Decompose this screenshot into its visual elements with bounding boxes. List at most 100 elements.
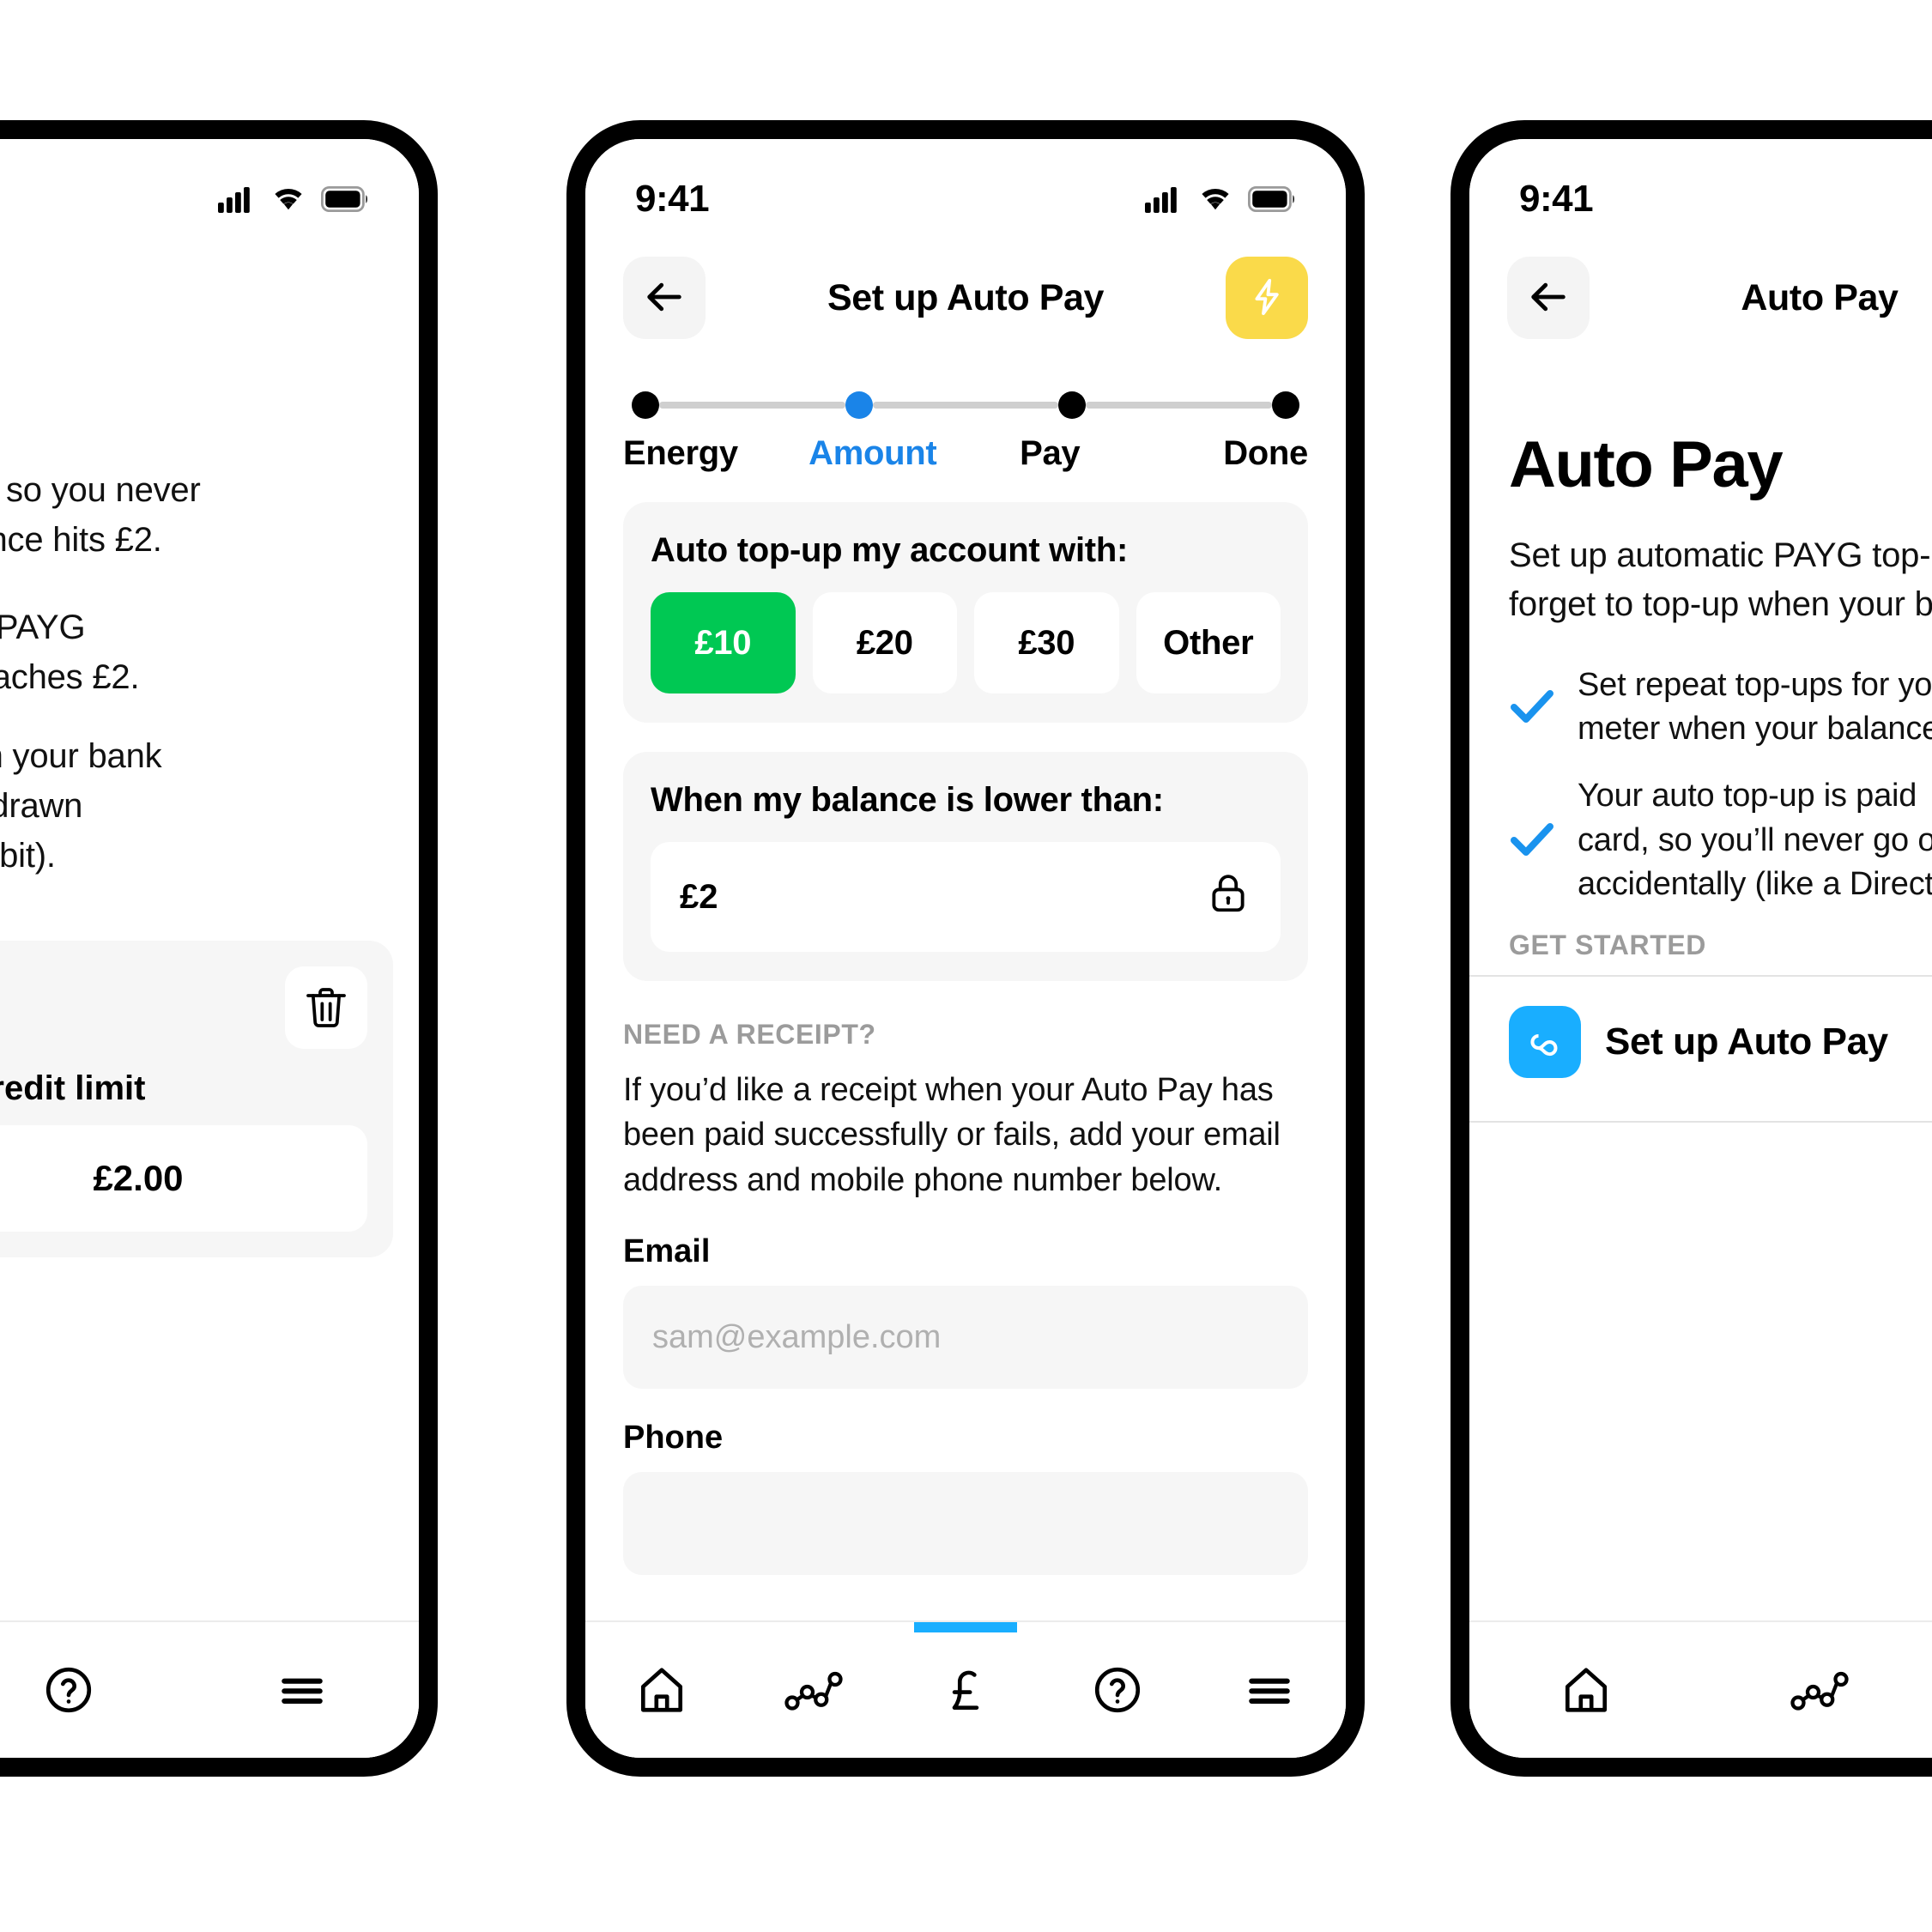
- page-title-left: Auto Pay: [0, 277, 381, 319]
- setup-auto-pay-label: Set up Auto Pay: [1605, 1020, 1888, 1063]
- page-title-right: Auto Pay: [1741, 276, 1899, 318]
- stepper-dot-done[interactable]: [1272, 391, 1300, 419]
- battery-icon: [1248, 186, 1296, 212]
- get-started-eyebrow: GET STARTED: [1509, 929, 1707, 960]
- cellular-icon: [218, 185, 256, 213]
- screenshot-canvas: Auto Pay c PAYG top-ups so you never whe…: [0, 0, 1932, 1932]
- phone-field[interactable]: [623, 1472, 1308, 1576]
- left-intro-paragraph: c PAYG top-ups so you never when your ba…: [0, 471, 201, 559]
- credit-limit-card: Credit limit £2.00: [0, 941, 393, 1257]
- topup-amount-title: Auto top-up my account with:: [651, 531, 1128, 569]
- benefit-text: Set repeat top-ups for yo meter when you…: [1578, 666, 1932, 748]
- topup-amount-card: Auto top-up my account with: £10 £20 £30…: [623, 502, 1308, 723]
- tab-home[interactable]: [1469, 1622, 1703, 1758]
- email-input[interactable]: [652, 1318, 1279, 1356]
- tab-bar-right: [1469, 1620, 1932, 1758]
- receipt-section: NEED A RECEIPT? If you’d like a receipt …: [585, 981, 1346, 1576]
- status-bar-left: [0, 139, 419, 233]
- list-item: Set repeat top-ups for yo meter when you…: [1509, 663, 1932, 752]
- email-field[interactable]: [623, 1286, 1308, 1390]
- wifi-icon: [270, 185, 307, 214]
- setup-stepper: Energy Amount Pay Done: [585, 362, 1346, 473]
- phone-input[interactable]: [652, 1505, 1279, 1542]
- cellular-icon: [1145, 185, 1183, 213]
- energy-action-button[interactable]: [1226, 257, 1308, 339]
- credit-limit-label: Credit limit: [0, 1069, 146, 1107]
- nav-bar-right: Auto Pay: [1469, 233, 1932, 362]
- left-bullet-1: op-ups for your PAYG your balance reache…: [0, 609, 140, 696]
- battery-icon: [321, 186, 369, 212]
- topup-amount-options: £10 £20 £30 Other: [651, 592, 1281, 693]
- status-time: 9:41: [635, 178, 710, 220]
- amount-option-30[interactable]: £30: [974, 592, 1119, 693]
- stepper-bar-3: [1086, 402, 1273, 409]
- amount-option-other[interactable]: Other: [1136, 592, 1281, 693]
- receipt-description: If you’d like a receipt when your Auto P…: [623, 1072, 1281, 1198]
- tab-pound[interactable]: [889, 1622, 1041, 1758]
- stepper-bar-2: [872, 402, 1059, 409]
- balance-threshold-field[interactable]: £2: [651, 842, 1281, 952]
- list-item: Your auto top-up is paid card, so you’ll…: [1509, 774, 1932, 907]
- credit-limit-value[interactable]: £2.00: [0, 1125, 367, 1232]
- back-button[interactable]: [1507, 257, 1590, 339]
- status-icons: [1145, 185, 1296, 214]
- status-icons: [218, 185, 369, 214]
- stepper-label-done: Done: [1223, 434, 1308, 472]
- right-heading: Auto Pay: [1509, 428, 1784, 501]
- email-label: Email: [623, 1233, 711, 1270]
- status-time: 9:41: [1519, 178, 1594, 220]
- tab-home[interactable]: [585, 1622, 737, 1758]
- stepper-bar-1: [659, 402, 845, 409]
- lock-icon: [1205, 869, 1251, 924]
- phone-right: 9:41 Auto Pay Auto Pay Set up automatic …: [1451, 120, 1932, 1777]
- nav-bar-left: Auto Pay: [0, 233, 419, 362]
- stepper-label-amount: Amount: [809, 434, 937, 472]
- phone-center-screen: 9:41 Set up Auto Pay Energy Amount Pay D…: [585, 139, 1346, 1758]
- tab-help[interactable]: [0, 1622, 185, 1758]
- stepper-label-energy: Energy: [623, 434, 738, 472]
- back-button[interactable]: [623, 257, 706, 339]
- stepper-dot-pay[interactable]: [1058, 391, 1087, 419]
- tab-usage[interactable]: [737, 1622, 889, 1758]
- tab-usage[interactable]: [1703, 1622, 1932, 1758]
- tab-menu[interactable]: [185, 1622, 419, 1758]
- amount-option-20[interactable]: £20: [812, 592, 957, 693]
- back-arrow-icon: [1526, 275, 1571, 322]
- divider: [1469, 1120, 1932, 1123]
- phone-center: 9:41 Set up Auto Pay Energy Amount Pay D…: [566, 120, 1365, 1777]
- back-arrow-icon: [642, 275, 687, 322]
- stepper-track: [623, 388, 1308, 422]
- benefits-list: Set repeat top-ups for yo meter when you…: [1509, 663, 1932, 907]
- status-bar-center: 9:41: [585, 139, 1346, 233]
- check-icon: [1509, 820, 1555, 862]
- balance-threshold-title: When my balance is lower than:: [651, 781, 1164, 819]
- nav-bar-center: Set up Auto Pay: [585, 233, 1346, 362]
- receipt-eyebrow: NEED A RECEIPT?: [623, 1019, 876, 1050]
- left-bullet-2: p-up is paid with your bank ll never go …: [0, 737, 162, 875]
- status-bar-right: 9:41: [1469, 139, 1932, 233]
- phone-left: Auto Pay c PAYG top-ups so you never whe…: [0, 120, 438, 1777]
- amount-option-10[interactable]: £10: [651, 592, 796, 693]
- lightning-bolt-icon: [1246, 276, 1287, 320]
- tab-bar-left: [0, 1620, 419, 1758]
- phone-left-screen: Auto Pay c PAYG top-ups so you never whe…: [0, 139, 419, 1758]
- delete-button[interactable]: [285, 966, 367, 1049]
- infinity-icon: [1509, 1005, 1581, 1078]
- tab-help[interactable]: [1042, 1622, 1194, 1758]
- setup-auto-pay-row[interactable]: Set up Auto Pay: [1509, 977, 1932, 1107]
- stepper-label-pay: Pay: [1020, 434, 1081, 472]
- tab-bar-center: [585, 1620, 1346, 1758]
- stepper-dot-energy[interactable]: [632, 391, 659, 419]
- balance-threshold-value: £2: [680, 877, 718, 916]
- benefit-text: Your auto top-up is paid card, so you’ll…: [1578, 777, 1932, 903]
- balance-threshold-card: When my balance is lower than: £2: [623, 752, 1308, 981]
- check-icon: [1509, 687, 1555, 729]
- stepper-dot-amount[interactable]: [845, 391, 873, 419]
- wifi-icon: [1196, 185, 1234, 214]
- right-intro: Set up automatic PAYG top-u forget to to…: [1509, 536, 1932, 623]
- stepper-labels: Energy Amount Pay Done: [623, 434, 1308, 473]
- tab-menu[interactable]: [1194, 1622, 1346, 1758]
- phone-right-screen: 9:41 Auto Pay Auto Pay Set up automatic …: [1469, 139, 1932, 1758]
- phone-label: Phone: [623, 1420, 724, 1457]
- page-title-center: Set up Auto Pay: [827, 276, 1105, 318]
